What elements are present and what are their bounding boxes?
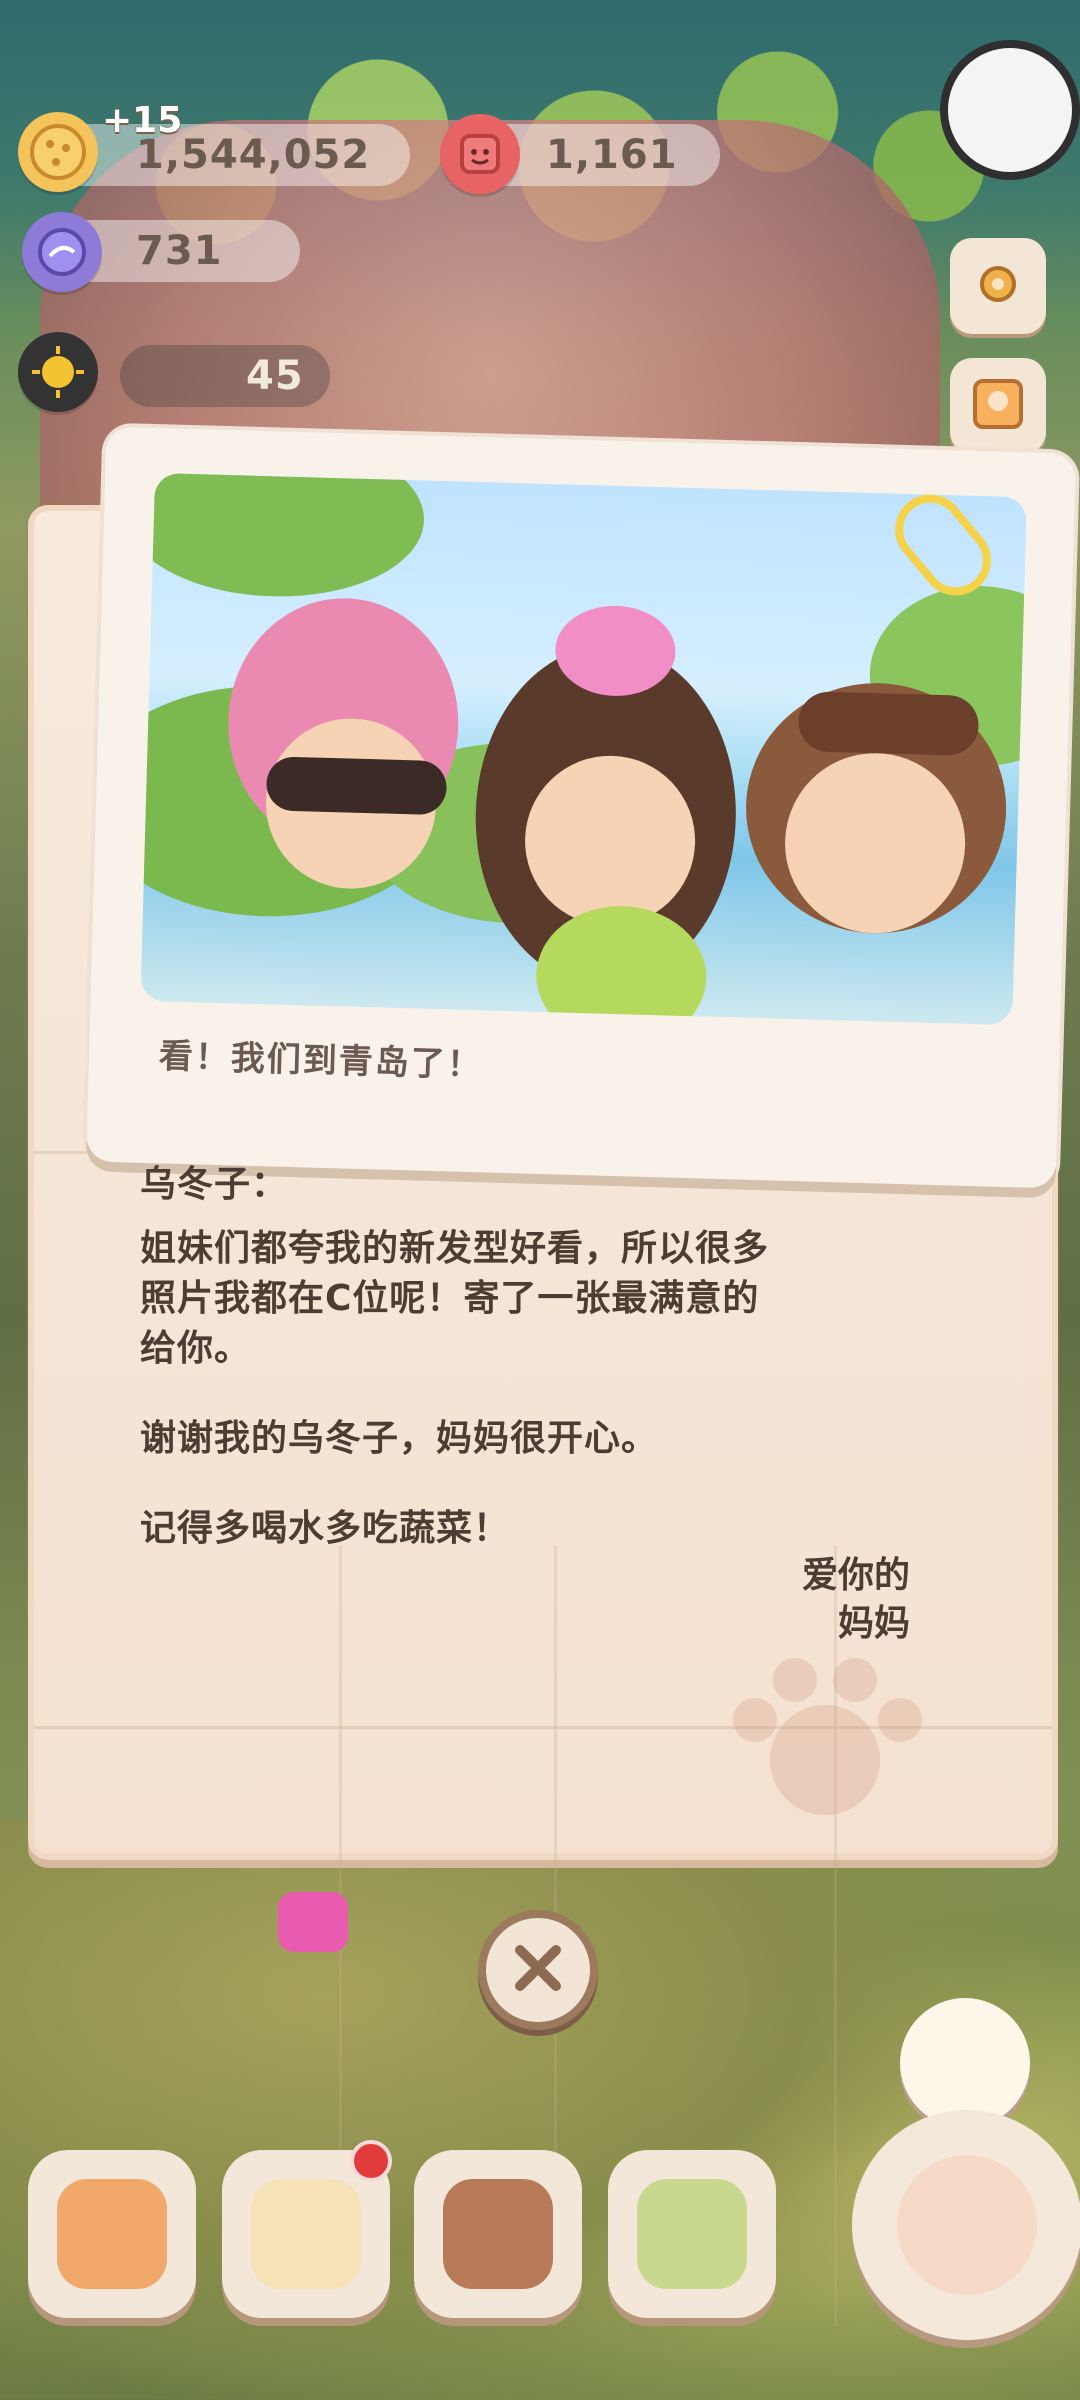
megaphone-icon[interactable] (278, 1892, 348, 1952)
crystal-counter-value: 731 (136, 228, 223, 274)
letter-signature: 爱你的 妈妈 (720, 1552, 910, 1648)
character-card-button[interactable] (950, 358, 1046, 454)
special-character-button[interactable] (852, 2110, 1080, 2340)
purple-crystal-icon (22, 212, 102, 292)
sun-counter-value: 45 (246, 353, 304, 399)
gem-counter-value: 1,161 (546, 132, 678, 178)
sun-icon (18, 332, 98, 412)
letter-paragraph-3: 记得多喝水多吃蔬菜！ (140, 1508, 511, 1549)
house-button[interactable] (28, 2150, 196, 2318)
close-button[interactable] (478, 1910, 598, 2030)
settings-button[interactable] (950, 238, 1046, 334)
coin-gain-text: +15 (102, 100, 183, 141)
signature-line-1: 爱你的 (801, 1555, 910, 1596)
shop-icon (637, 2179, 747, 2289)
character-chat-bubble[interactable] (900, 1998, 1030, 2128)
shop-button[interactable] (608, 2150, 776, 2318)
sun-counter: 45 (120, 345, 330, 407)
cake-icon (443, 2179, 553, 2289)
notebook-icon (251, 2179, 361, 2289)
gear-icon (967, 253, 1029, 319)
signature-line-2: 妈妈 (837, 1603, 910, 1644)
photo-image (140, 472, 1027, 1026)
letter-salutation: 乌冬子： (140, 1164, 289, 1205)
sunglasses (265, 756, 448, 816)
cookie-coin-icon (18, 112, 98, 192)
panda-character[interactable] (940, 40, 1080, 180)
curly-sunglasses (797, 691, 980, 757)
paw-print-icon (725, 1650, 935, 1820)
letter-paragraph-1: 姐妹们都夸我的新发型好看，所以很多 照片我都在C位呢！寄了一张最满意的 给你。 (140, 1228, 770, 1369)
mushroom-house-icon (57, 2179, 167, 2289)
leaves (140, 472, 427, 601)
character-fish-icon (897, 2155, 1037, 2295)
letter-paragraph-2: 谢谢我的乌冬子，妈妈很开心。 (140, 1418, 659, 1459)
cake-button[interactable] (414, 2150, 582, 2318)
close-icon (506, 1936, 570, 2004)
photo-caption: 看！我们到青岛了！ (158, 1036, 484, 1086)
notification-dot (350, 2140, 392, 2182)
card-icon (967, 373, 1029, 439)
red-gem-icon (440, 114, 520, 194)
letter-body: 乌冬子： 姐妹们都夸我的新发型好看，所以很多 照片我都在C位呢！寄了一张最满意的… (140, 1160, 920, 1594)
